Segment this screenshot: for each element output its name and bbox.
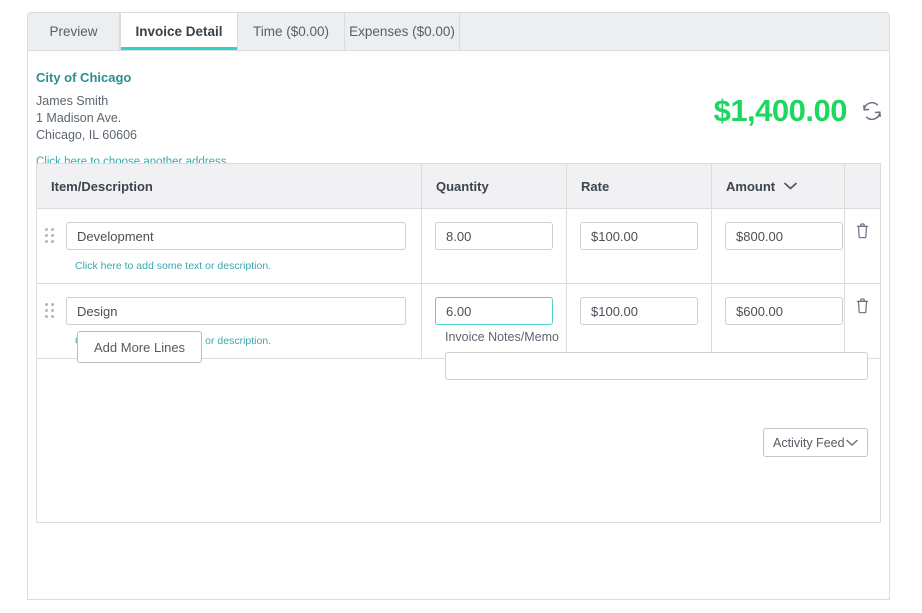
invoice-card: Preview Invoice Detail Time ($0.00) Expe… bbox=[27, 12, 890, 600]
activity-feed-label: Activity Feed bbox=[773, 435, 845, 450]
quantity-input[interactable] bbox=[435, 222, 553, 250]
description-input[interactable] bbox=[66, 222, 406, 250]
tab-strip-filler bbox=[460, 13, 889, 50]
tab-time[interactable]: Time ($0.00) bbox=[238, 13, 345, 50]
tab-invoice-detail-label: Invoice Detail bbox=[135, 24, 223, 39]
tab-strip: Preview Invoice Detail Time ($0.00) Expe… bbox=[28, 13, 889, 51]
column-header-rate: Rate bbox=[567, 164, 712, 208]
table-row: Click here to add some text or descripti… bbox=[37, 209, 880, 284]
invoice-notes-label: Invoice Notes/Memo bbox=[445, 330, 559, 344]
row-description-cell: Click here to add some text or descripti… bbox=[37, 209, 422, 283]
address-street: 1 Madison Ave. bbox=[36, 111, 122, 126]
invoice-total-amount: $1,400.00 bbox=[713, 93, 848, 128]
address-contact: James Smith bbox=[36, 93, 109, 108]
column-header-amount[interactable]: Amount bbox=[712, 164, 845, 208]
invoice-detail-page: Preview Invoice Detail Time ($0.00) Expe… bbox=[0, 0, 922, 613]
column-header-delete bbox=[845, 164, 880, 208]
address-company: City of Chicago bbox=[36, 70, 132, 85]
refresh-icon[interactable] bbox=[861, 100, 883, 122]
tab-expenses[interactable]: Expenses ($0.00) bbox=[345, 13, 460, 50]
drag-handle-icon[interactable] bbox=[45, 228, 59, 244]
billing-address-block: City of Chicago James Smith 1 Madison Av… bbox=[36, 69, 230, 171]
address-city-state-zip: Chicago, IL 60606 bbox=[36, 128, 138, 143]
add-more-lines-button[interactable]: Add More Lines bbox=[77, 331, 203, 363]
column-header-rate-label: Rate bbox=[581, 178, 610, 194]
add-description-link[interactable]: Click here to add some text or descripti… bbox=[75, 260, 421, 272]
row-quantity-cell bbox=[422, 209, 567, 283]
tab-invoice-detail[interactable]: Invoice Detail bbox=[120, 13, 238, 50]
column-header-amount-label: Amount bbox=[726, 178, 776, 194]
delete-row-button[interactable] bbox=[845, 222, 880, 239]
amount-input[interactable] bbox=[725, 222, 843, 250]
invoice-body: City of Chicago James Smith 1 Madison Av… bbox=[28, 51, 889, 599]
chevron-down-icon[interactable] bbox=[784, 182, 797, 190]
invoice-footer-section: Add More Lines Invoice Notes/Memo Activi… bbox=[36, 310, 881, 523]
tab-expenses-label: Expenses ($0.00) bbox=[349, 24, 455, 39]
tab-preview[interactable]: Preview bbox=[28, 13, 120, 50]
column-header-quantity: Quantity bbox=[422, 164, 567, 208]
column-header-quantity-label: Quantity bbox=[436, 178, 489, 194]
column-header-description-label: Item/Description bbox=[51, 178, 153, 194]
activity-feed-dropdown[interactable]: Activity Feed bbox=[763, 428, 868, 457]
tab-time-label: Time ($0.00) bbox=[252, 24, 330, 39]
invoice-total-block: $1,400.00 bbox=[714, 93, 883, 129]
invoice-notes-textarea[interactable] bbox=[445, 352, 868, 380]
row-rate-cell bbox=[567, 209, 712, 283]
row-amount-cell bbox=[712, 209, 845, 283]
row-delete-cell bbox=[845, 209, 880, 283]
table-header-row: Item/Description Quantity Rate Amount bbox=[37, 164, 880, 209]
invoice-notes-block: Invoice Notes/Memo bbox=[445, 330, 868, 385]
chevron-down-icon bbox=[846, 439, 858, 447]
tab-preview-label: Preview bbox=[49, 24, 98, 39]
column-header-description: Item/Description bbox=[37, 164, 422, 208]
rate-input[interactable] bbox=[580, 222, 698, 250]
